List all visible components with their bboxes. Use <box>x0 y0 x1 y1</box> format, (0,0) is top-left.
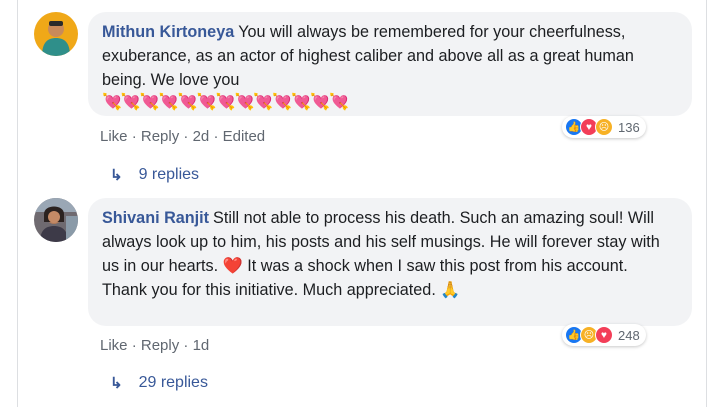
separator: · <box>131 128 137 145</box>
reply-arrow-icon: ↳ <box>110 167 123 184</box>
like-link[interactable]: Like <box>100 337 128 354</box>
replies-count[interactable]: 9 replies <box>139 166 199 184</box>
frame-right-border <box>706 0 707 407</box>
love-reaction-icon: ♥ <box>595 326 613 344</box>
reaction-count: 248 <box>618 327 640 343</box>
comment-meta: Like · Reply · 2d · Edited <box>100 128 265 145</box>
comment-author[interactable]: Mithun Kirtoneya <box>102 23 234 41</box>
replies-count[interactable]: 29 replies <box>139 374 208 392</box>
avatar[interactable] <box>34 198 78 242</box>
comment-bubble: Shivani Ranjit Still not able to process … <box>88 198 692 326</box>
comment-bubble: Mithun Kirtoneya You will always be remem… <box>88 12 692 116</box>
comment-time[interactable]: 2d <box>193 128 210 145</box>
comment-author[interactable]: Shivani Ranjit <box>102 209 209 227</box>
reply-link[interactable]: Reply <box>141 128 179 145</box>
heart-emoji: ❤️ <box>222 257 243 275</box>
avatar[interactable] <box>34 12 78 56</box>
pray-emoji: 🙏 <box>440 281 461 299</box>
reaction-summary[interactable]: 👍 ☹ ♥ 248 <box>562 324 646 346</box>
comment-text-part2: It was a shock when I saw this post from… <box>247 257 628 275</box>
separator: · <box>131 337 137 354</box>
reaction-count: 136 <box>618 119 640 135</box>
view-replies-link[interactable]: ↳ 9 replies <box>110 166 199 184</box>
comment-meta: Like · Reply · 1d <box>100 337 209 354</box>
view-replies-link[interactable]: ↳ 29 replies <box>110 374 208 392</box>
separator: · <box>213 128 219 145</box>
separator: · <box>183 128 189 145</box>
sad-reaction-icon: ☹ <box>595 118 613 136</box>
like-link[interactable]: Like <box>100 128 128 145</box>
comment-time[interactable]: 1d <box>193 337 210 354</box>
reply-arrow-icon: ↳ <box>110 375 123 392</box>
hearts-emoji-line: 💘💘💘💘💘💘💘💘💘💘💘💘💘 <box>102 94 349 111</box>
edited-label[interactable]: Edited <box>223 128 266 145</box>
comment-text-part3: Thank you for this initiative. Much appr… <box>102 281 436 299</box>
reply-link[interactable]: Reply <box>141 337 179 354</box>
reaction-summary[interactable]: 👍 ♥ ☹ 136 <box>562 116 646 138</box>
frame-left-border <box>17 0 18 407</box>
separator: · <box>183 337 189 354</box>
